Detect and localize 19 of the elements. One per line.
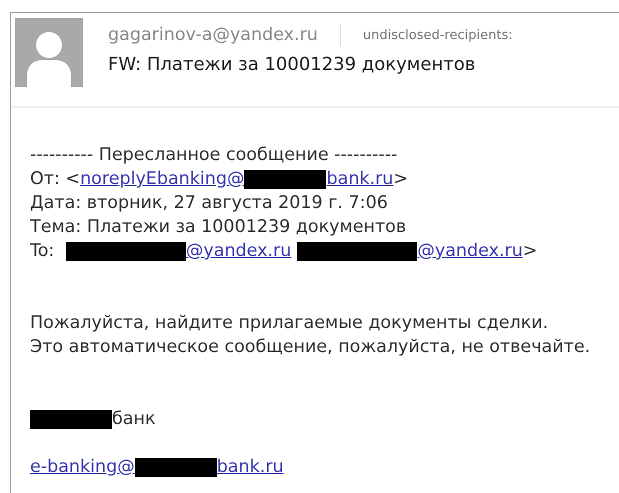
body-text: > bbox=[522, 241, 538, 261]
body-text: To: bbox=[30, 241, 56, 261]
email-link[interactable]: noreplyEbanking@ bbox=[80, 169, 244, 189]
avatar-icon bbox=[15, 18, 83, 87]
body-text: От: < bbox=[30, 169, 80, 189]
email-link[interactable]: bank.ru bbox=[326, 169, 394, 189]
body-text: Тема: Платежи за 10001239 документов bbox=[30, 217, 406, 237]
message-subject: FW: Платежи за 10001239 документов bbox=[108, 54, 476, 75]
body-text: Пожалуйста, найдите прилагаемые документы сделки. bbox=[30, 313, 548, 333]
body-text: Дата: вторник, 27 августа 2019 г. 7:06 bbox=[30, 193, 388, 213]
email-link[interactable]: bank.ru bbox=[216, 457, 284, 477]
body-text: Это автоматическое сообщение, пожалуйста, не отвечайте. bbox=[30, 337, 590, 357]
email-link[interactable]: @yandex.ru bbox=[417, 241, 523, 261]
email-link[interactable]: @yandex.ru bbox=[186, 241, 292, 261]
body-text: > bbox=[393, 169, 408, 189]
body-text: ---------- Пересланное сообщение ---------- bbox=[30, 145, 398, 165]
body-text: банк bbox=[112, 409, 156, 429]
email-link[interactable]: e-banking@ bbox=[30, 457, 135, 477]
recipients-label: undisclosed-recipients: bbox=[362, 28, 513, 42]
